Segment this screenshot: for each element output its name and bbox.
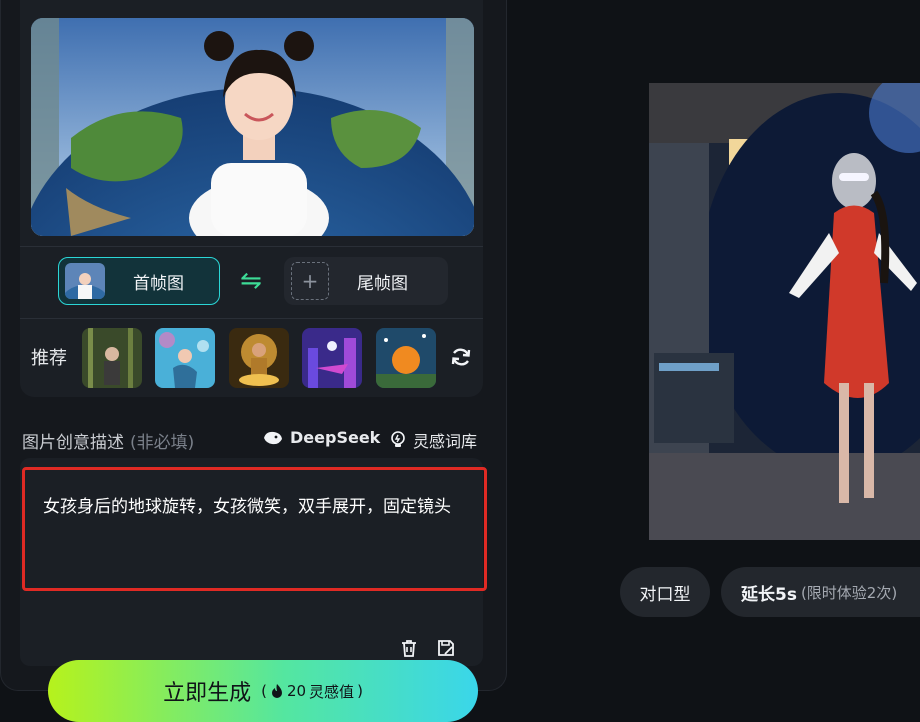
lip-sync-button[interactable]: 对口型 <box>620 567 710 617</box>
refresh-icon[interactable] <box>449 345 473 369</box>
deepseek-label: DeepSeek <box>290 428 381 447</box>
lip-sync-label: 对口型 <box>639 584 691 605</box>
description-hint: (非必填) <box>130 433 195 453</box>
prompt-input[interactable]: 女孩身后的地球旋转，女孩微笑，双手展开，固定镜头 <box>22 467 487 591</box>
inspiration-label: 灵感词库 <box>413 432 478 451</box>
description-label: 图片创意描述 (非必填) <box>22 428 194 453</box>
recommend-thumb-golden-lotus[interactable] <box>229 328 289 388</box>
divider <box>20 318 483 319</box>
first-frame-label: 首帧图 <box>133 273 184 294</box>
divider <box>20 246 483 247</box>
cost-close: ) <box>357 682 363 700</box>
extend-label: 延长5s <box>741 584 797 605</box>
swap-icon[interactable]: ⇋ <box>240 266 262 296</box>
extend-button[interactable]: 延长5s (限时体验2次) <box>721 567 920 617</box>
recommend-thumb-underwater[interactable] <box>155 328 215 388</box>
flame-icon <box>271 684 282 698</box>
uploaded-image[interactable] <box>31 18 474 236</box>
add-icon: + <box>291 262 329 300</box>
extend-note: (限时体验2次) <box>800 583 898 602</box>
last-frame-button[interactable]: + 尾帧图 <box>284 257 448 305</box>
generate-label: 立即生成 <box>163 681 252 706</box>
recommend-thumb-bamboo[interactable] <box>82 328 142 388</box>
recommend-thumb-pumpkin-house[interactable] <box>376 328 436 388</box>
generate-button[interactable]: 立即生成 ( 20 灵感值 ) <box>48 660 478 722</box>
generate-cost: ( 20 灵感值 ) <box>261 681 363 702</box>
cost-value: 20 <box>286 682 307 700</box>
last-frame-label: 尾帧图 <box>357 273 408 294</box>
recommend-label: 推荐 <box>31 348 67 369</box>
bulb-icon <box>391 431 405 447</box>
description-title: 图片创意描述 <box>22 433 124 453</box>
cost-unit: 灵感值 <box>309 682 355 701</box>
first-frame-thumbnail <box>65 263 105 299</box>
recommend-thumb-cyber-city[interactable] <box>302 328 362 388</box>
save-icon[interactable] <box>436 638 456 658</box>
first-frame-button[interactable]: 首帧图 <box>58 257 220 305</box>
cost-open: ( <box>261 682 267 700</box>
deepseek-button[interactable]: DeepSeek <box>262 428 380 447</box>
video-preview-image[interactable] <box>649 83 920 540</box>
inspiration-library-button[interactable]: 灵感词库 <box>389 428 477 452</box>
whale-icon <box>264 431 282 444</box>
trash-icon[interactable] <box>399 638 419 658</box>
